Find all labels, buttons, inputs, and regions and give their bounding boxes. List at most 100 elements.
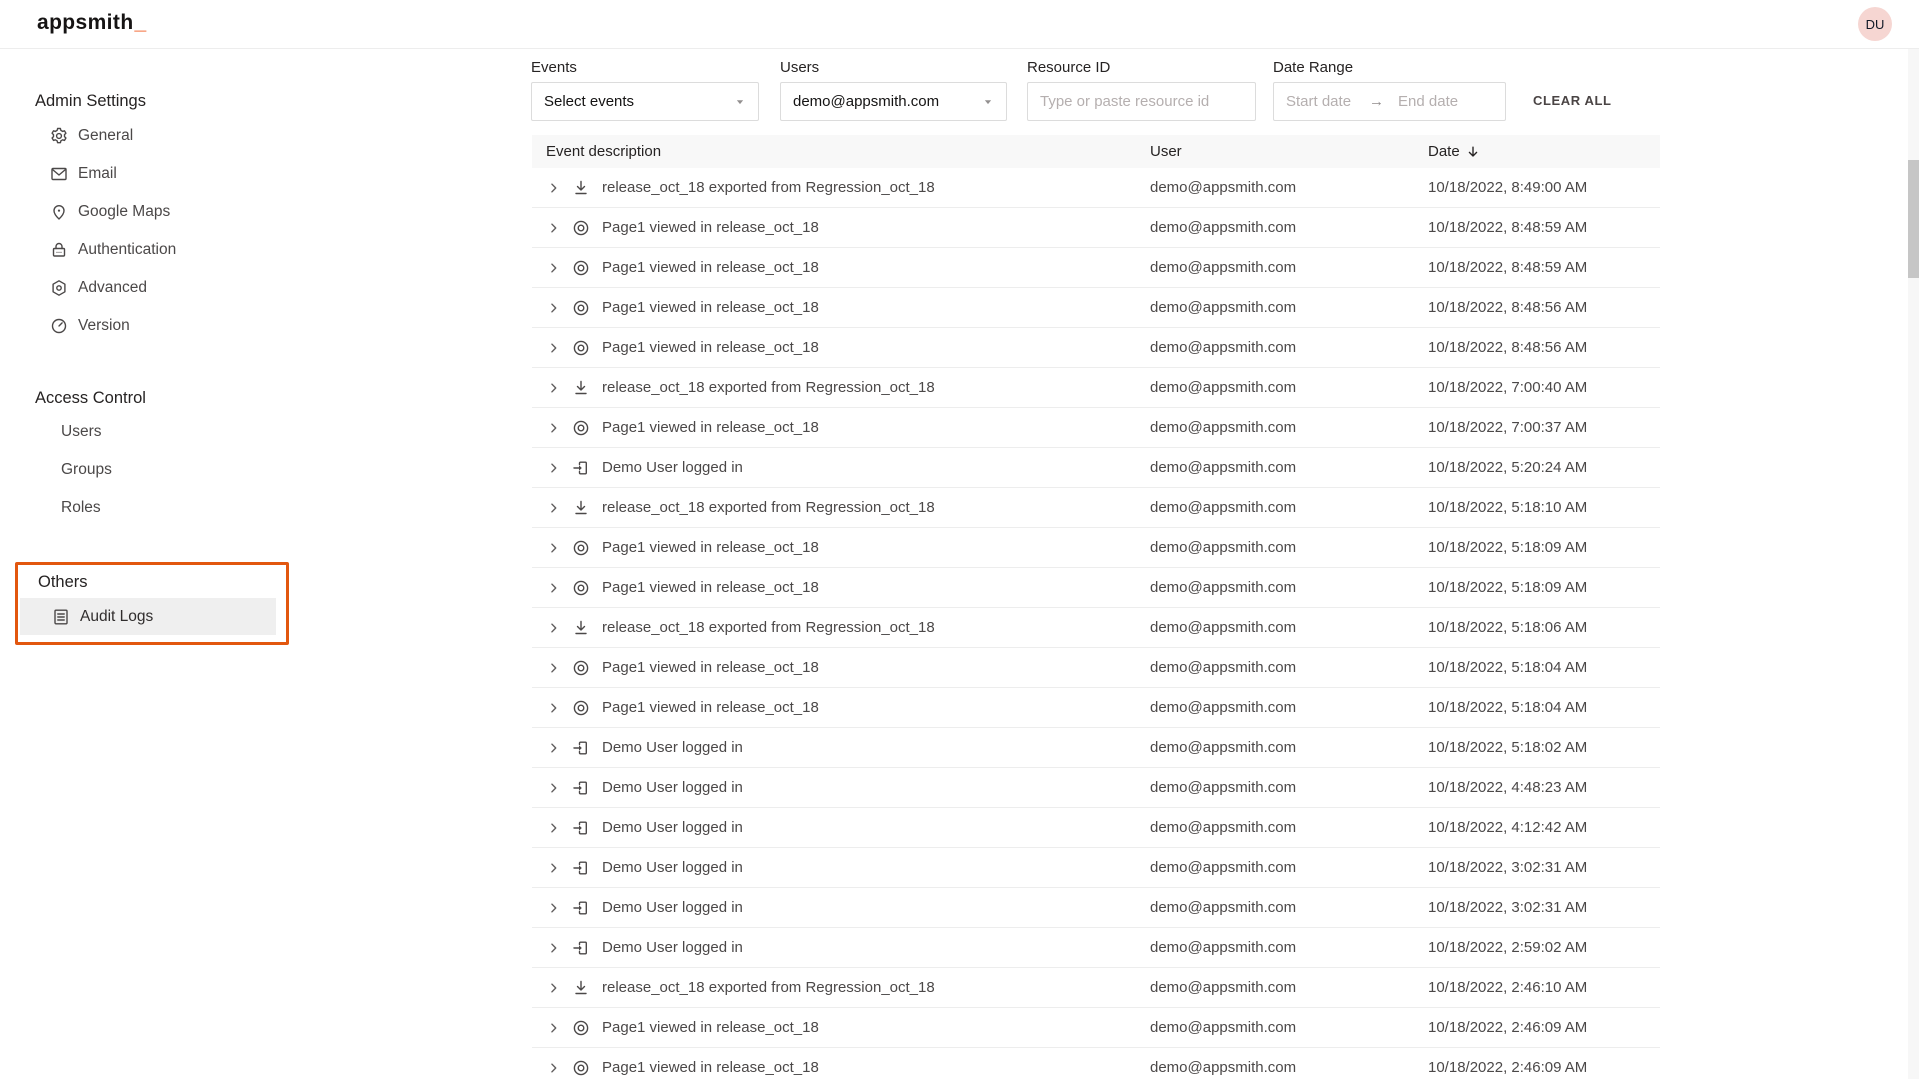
download-icon	[571, 618, 591, 638]
expand-chevron-icon[interactable]	[547, 221, 561, 235]
audit-logs-page: appsmith_ DU Admin Settings General Emai…	[0, 0, 1919, 1079]
page-scrollbar-track[interactable]	[1908, 49, 1919, 1079]
admin-settings-items: General Email Google Maps Authentication…	[0, 117, 300, 345]
event-description: release_oct_18 exported from Regression_…	[602, 979, 935, 996]
event-date: 10/18/2022, 3:02:31 AM	[1428, 859, 1587, 876]
expand-chevron-icon[interactable]	[547, 981, 561, 995]
event-user: demo@appsmith.com	[1150, 459, 1296, 476]
events-select-value: Select events	[544, 93, 634, 110]
table-row[interactable]: Demo User logged in demo@appsmith.com 10…	[532, 808, 1660, 848]
sidebar-item-advanced[interactable]: Advanced	[0, 269, 300, 307]
table-row[interactable]: Page1 viewed in release_oct_18 demo@apps…	[532, 408, 1660, 448]
table-row[interactable]: Demo User logged in demo@appsmith.com 10…	[532, 728, 1660, 768]
table-row[interactable]: Page1 viewed in release_oct_18 demo@apps…	[532, 248, 1660, 288]
table-row[interactable]: Page1 viewed in release_oct_18 demo@apps…	[532, 688, 1660, 728]
login-icon	[571, 898, 591, 918]
user-avatar[interactable]: DU	[1858, 7, 1892, 41]
login-icon	[571, 938, 591, 958]
expand-chevron-icon[interactable]	[547, 461, 561, 475]
end-date-placeholder[interactable]: End date	[1398, 93, 1458, 110]
date-range-box[interactable]: Start date → End date	[1273, 82, 1506, 121]
event-date: 10/18/2022, 5:18:10 AM	[1428, 499, 1587, 516]
sidebar-item-general[interactable]: General	[0, 117, 300, 155]
table-row[interactable]: release_oct_18 exported from Regression_…	[532, 168, 1660, 208]
event-user: demo@appsmith.com	[1150, 179, 1296, 196]
sidebar-item-label: Advanced	[78, 279, 147, 297]
sidebar-item-groups[interactable]: Groups	[0, 451, 300, 489]
sidebar-item-version[interactable]: Version	[0, 307, 300, 345]
table-row[interactable]: Demo User logged in demo@appsmith.com 10…	[532, 848, 1660, 888]
expand-chevron-icon[interactable]	[547, 701, 561, 715]
expand-chevron-icon[interactable]	[547, 181, 561, 195]
expand-chevron-icon[interactable]	[547, 341, 561, 355]
eye-icon	[571, 218, 591, 238]
access-control-items: UsersGroupsRoles	[0, 413, 300, 527]
table-row[interactable]: Page1 viewed in release_oct_18 demo@apps…	[532, 328, 1660, 368]
table-row[interactable]: release_oct_18 exported from Regression_…	[532, 608, 1660, 648]
sidebar-item-authentication[interactable]: Authentication	[0, 231, 300, 269]
sidebar-item-audit-logs[interactable]: Audit Logs	[20, 598, 276, 635]
table-row[interactable]: Demo User logged in demo@appsmith.com 10…	[532, 928, 1660, 968]
event-user: demo@appsmith.com	[1150, 659, 1296, 676]
table-row[interactable]: Demo User logged in demo@appsmith.com 10…	[532, 448, 1660, 488]
table-row[interactable]: Demo User logged in demo@appsmith.com 10…	[532, 888, 1660, 928]
event-user: demo@appsmith.com	[1150, 219, 1296, 236]
expand-chevron-icon[interactable]	[547, 381, 561, 395]
table-row[interactable]: Page1 viewed in release_oct_18 demo@apps…	[532, 208, 1660, 248]
table-row[interactable]: Page1 viewed in release_oct_18 demo@apps…	[532, 1048, 1660, 1079]
expand-chevron-icon[interactable]	[547, 741, 561, 755]
expand-chevron-icon[interactable]	[547, 861, 561, 875]
event-user: demo@appsmith.com	[1150, 539, 1296, 556]
expand-chevron-icon[interactable]	[547, 1021, 561, 1035]
table-row[interactable]: Page1 viewed in release_oct_18 demo@apps…	[532, 1008, 1660, 1048]
resource-id-input[interactable]	[1040, 93, 1243, 110]
audit-logs-icon	[50, 606, 72, 628]
events-filter-label: Events	[531, 58, 759, 77]
users-filter-label: Users	[780, 58, 1007, 77]
expand-chevron-icon[interactable]	[547, 941, 561, 955]
page-scrollbar-thumb[interactable]	[1908, 160, 1919, 278]
column-header-date[interactable]: Date	[1428, 143, 1481, 160]
sidebar-item-google-maps[interactable]: Google Maps	[0, 193, 300, 231]
table-row[interactable]: release_oct_18 exported from Regression_…	[532, 968, 1660, 1008]
expand-chevron-icon[interactable]	[547, 421, 561, 435]
events-select[interactable]: Select events	[531, 82, 759, 121]
top-bar: appsmith_ DU	[0, 0, 1919, 49]
expand-chevron-icon[interactable]	[547, 781, 561, 795]
table-row[interactable]: release_oct_18 exported from Regression_…	[532, 368, 1660, 408]
sidebar-item-email[interactable]: Email	[0, 155, 300, 193]
event-date: 10/18/2022, 5:18:02 AM	[1428, 739, 1587, 756]
start-date-placeholder[interactable]: Start date	[1286, 93, 1351, 110]
expand-chevron-icon[interactable]	[547, 901, 561, 915]
expand-chevron-icon[interactable]	[547, 581, 561, 595]
expand-chevron-icon[interactable]	[547, 261, 561, 275]
event-date: 10/18/2022, 8:48:59 AM	[1428, 259, 1587, 276]
table-row[interactable]: Demo User logged in demo@appsmith.com 10…	[532, 768, 1660, 808]
clear-all-button[interactable]: CLEAR ALL	[1533, 93, 1612, 108]
table-row[interactable]: Page1 viewed in release_oct_18 demo@apps…	[532, 288, 1660, 328]
sidebar-item-users[interactable]: Users	[0, 413, 300, 451]
date-range-label: Date Range	[1273, 58, 1506, 77]
table-row[interactable]: Page1 viewed in release_oct_18 demo@apps…	[532, 568, 1660, 608]
expand-chevron-icon[interactable]	[547, 821, 561, 835]
expand-chevron-icon[interactable]	[547, 541, 561, 555]
table-row[interactable]: release_oct_18 exported from Regression_…	[532, 488, 1660, 528]
sidebar-item-label: Version	[78, 317, 130, 335]
expand-chevron-icon[interactable]	[547, 501, 561, 515]
table-row[interactable]: Page1 viewed in release_oct_18 demo@apps…	[532, 648, 1660, 688]
nut-icon	[48, 277, 70, 299]
users-select[interactable]: demo@appsmith.com	[780, 82, 1007, 121]
event-user: demo@appsmith.com	[1150, 299, 1296, 316]
appsmith-logo[interactable]: appsmith_	[37, 11, 147, 35]
expand-chevron-icon[interactable]	[547, 301, 561, 315]
expand-chevron-icon[interactable]	[547, 1061, 561, 1075]
lock-icon	[48, 239, 70, 261]
expand-chevron-icon[interactable]	[547, 661, 561, 675]
event-date: 10/18/2022, 5:20:24 AM	[1428, 459, 1587, 476]
download-icon	[571, 178, 591, 198]
sidebar-item-roles[interactable]: Roles	[0, 489, 300, 527]
event-user: demo@appsmith.com	[1150, 939, 1296, 956]
expand-chevron-icon[interactable]	[547, 621, 561, 635]
table-row[interactable]: Page1 viewed in release_oct_18 demo@apps…	[532, 528, 1660, 568]
event-description: Page1 viewed in release_oct_18	[602, 219, 819, 236]
